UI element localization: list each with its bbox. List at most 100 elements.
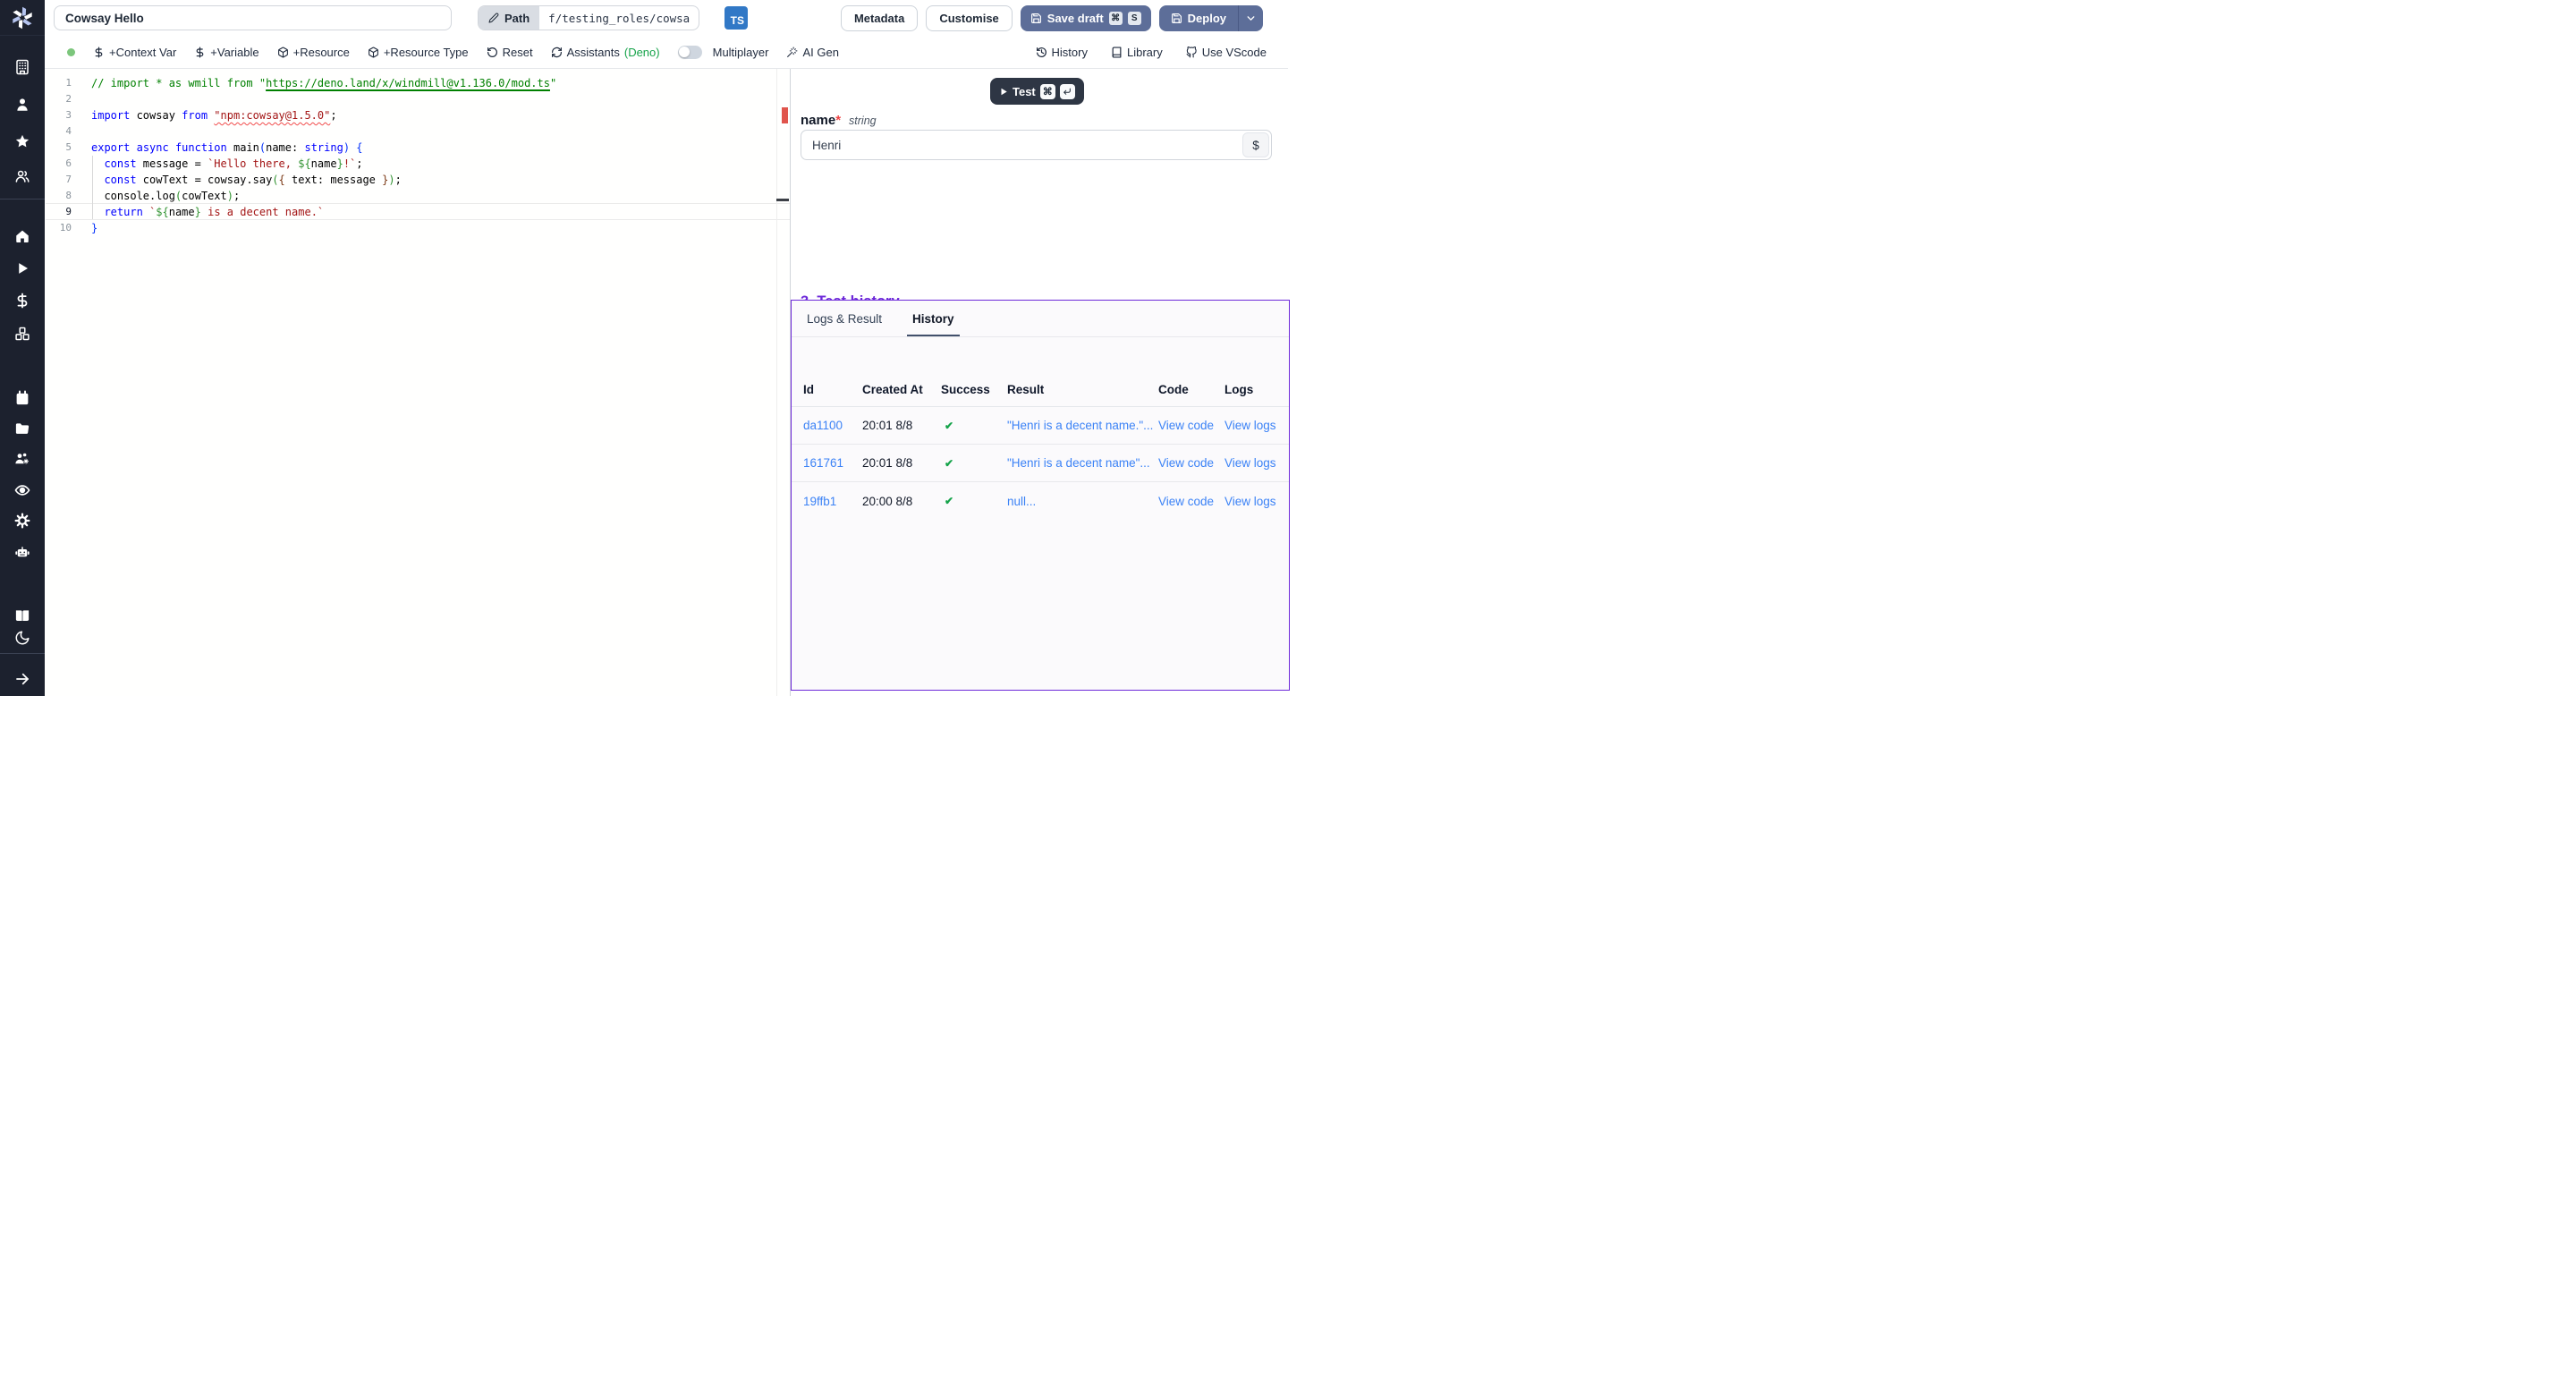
code-line: import cowsay from "npm:cowsay@1.5.0"; (91, 107, 556, 123)
test-button[interactable]: Test ⌘ (990, 78, 1084, 105)
view-logs-link[interactable]: View logs (1224, 419, 1289, 432)
toolbar-left: +Context Var +Variable +Resource +Resour… (93, 46, 839, 59)
sidebar-item-favorites[interactable] (0, 126, 45, 157)
reset-button[interactable]: Reset (487, 46, 533, 59)
sidebar-item-folders[interactable] (0, 413, 45, 444)
line-number: 2 (45, 91, 72, 107)
script-title-input[interactable] (54, 5, 452, 30)
code-line (91, 91, 556, 107)
kbd-cmd: ⌘ (1109, 12, 1123, 25)
view-logs-link[interactable]: View logs (1224, 495, 1289, 508)
sidebar-item-members[interactable] (0, 161, 45, 191)
view-logs-link[interactable]: View logs (1224, 456, 1289, 470)
code-line: return `${name} is a decent name.` (91, 204, 556, 220)
app-root: Path f/testing_roles/cowsa TS Metadata C… (0, 0, 1288, 696)
line-number: 10 (45, 220, 72, 236)
line-number: 5 (45, 140, 72, 156)
sidebar-item-settings[interactable] (0, 505, 45, 536)
line-number: 4 (45, 123, 72, 140)
sidebar-item-variables[interactable] (0, 285, 45, 316)
sidebar-item-runs[interactable] (0, 253, 45, 284)
sidebar-item-audit-logs[interactable] (0, 475, 45, 505)
moon-icon (14, 630, 30, 646)
sidebar-item-home[interactable] (0, 221, 45, 251)
job-id-link[interactable]: da1100 (803, 419, 862, 432)
assistants-button[interactable]: Assistants (Deno) (551, 46, 660, 59)
sidebar-item-workspace[interactable] (0, 52, 45, 82)
customise-button[interactable]: Customise (926, 5, 1012, 31)
sidebar-divider (0, 653, 45, 654)
job-id-link[interactable]: 19ffb1 (803, 495, 862, 508)
gear-icon (14, 513, 30, 529)
test-label: Test (1013, 85, 1036, 98)
top-bar: Path f/testing_roles/cowsa TS Metadata C… (45, 0, 1288, 36)
package-icon (277, 47, 289, 58)
library-button[interactable]: Library (1111, 46, 1163, 59)
result-link[interactable]: "Henri is a decent name."... (1007, 419, 1158, 432)
path-label: Path (504, 12, 530, 25)
sidebar-item-groups[interactable] (0, 444, 45, 474)
refresh-icon (551, 47, 563, 58)
col-code: Code (1158, 383, 1224, 396)
sidebar-expand-button[interactable] (0, 664, 45, 694)
ai-gen-button[interactable]: AI Gen (786, 46, 838, 59)
insert-variable-button[interactable]: $ (1242, 132, 1269, 157)
sidebar-item-schedules[interactable] (0, 383, 45, 413)
history-button[interactable]: History (1036, 46, 1088, 59)
code-editor[interactable]: 12345678910 // import * as wmill from "h… (45, 69, 791, 696)
divider-drag-handle[interactable] (776, 199, 789, 201)
col-created-at: Created At (862, 383, 941, 396)
metadata-button[interactable]: Metadata (841, 5, 918, 31)
code-line: const message = `Hello there, ${name}!`; (91, 156, 556, 172)
user-icon (14, 97, 30, 113)
multiplayer-toggle[interactable] (678, 46, 702, 59)
deploy-button[interactable]: Deploy (1159, 5, 1238, 31)
arg-name-input[interactable] (801, 130, 1272, 160)
boxes-icon (14, 326, 30, 342)
library-label: Library (1127, 46, 1163, 59)
folder-icon (14, 420, 30, 437)
job-id-link[interactable]: 161761 (803, 456, 862, 470)
github-icon (1186, 47, 1198, 58)
path-value[interactable]: f/testing_roles/cowsa (539, 6, 699, 30)
success-check-icon: ✔ (941, 495, 1007, 507)
use-vscode-button[interactable]: Use VScode (1186, 46, 1267, 59)
history-table-header: Id Created At Success Result Code Logs (792, 373, 1289, 407)
result-link[interactable]: null... (1007, 495, 1158, 508)
play-icon (999, 87, 1008, 97)
arg-name-label: name*string (801, 113, 877, 128)
tab-history[interactable]: History (912, 301, 954, 336)
col-result: Result (1007, 383, 1158, 396)
sidebar-item-resources[interactable] (0, 318, 45, 349)
save-icon (1030, 13, 1042, 24)
dollar-icon (14, 293, 30, 309)
panel-divider[interactable] (790, 69, 791, 696)
table-row: 19ffb120:00 8/8✔null...View codeView log… (792, 482, 1289, 520)
sidebar-item-dark-mode[interactable] (0, 623, 45, 653)
sidebar-item-user[interactable] (0, 89, 45, 120)
add-variable-button[interactable]: +Variable (194, 46, 258, 59)
tab-logs-result[interactable]: Logs & Result (807, 301, 882, 336)
sidebar-item-workers[interactable] (0, 537, 45, 567)
line-number-gutter: 12345678910 (45, 75, 72, 236)
add-resource-type-button[interactable]: +Resource Type (368, 46, 469, 59)
created-at: 20:01 8/8 (862, 419, 941, 432)
view-code-link[interactable]: View code (1158, 419, 1224, 432)
add-context-var-button[interactable]: +Context Var (93, 46, 176, 59)
deploy-dropdown-button[interactable] (1238, 5, 1263, 31)
code-line: } (91, 220, 556, 236)
edit-path-button[interactable]: Path (479, 6, 539, 30)
result-link[interactable]: "Henri is a decent name"... (1007, 456, 1158, 470)
kbd-enter (1060, 84, 1075, 99)
add-context-var-label: +Context Var (109, 46, 176, 59)
dollar-icon (194, 47, 206, 58)
save-draft-button[interactable]: Save draft ⌘ S (1021, 5, 1151, 31)
view-code-link[interactable]: View code (1158, 495, 1224, 508)
bot-icon (14, 544, 30, 560)
windmill-logo[interactable] (0, 0, 45, 36)
add-resource-button[interactable]: +Resource (277, 46, 350, 59)
play-icon (14, 260, 30, 276)
line-number: 1 (45, 75, 72, 91)
view-code-link[interactable]: View code (1158, 456, 1224, 470)
history-tabs: Logs & Result History (792, 301, 1289, 337)
